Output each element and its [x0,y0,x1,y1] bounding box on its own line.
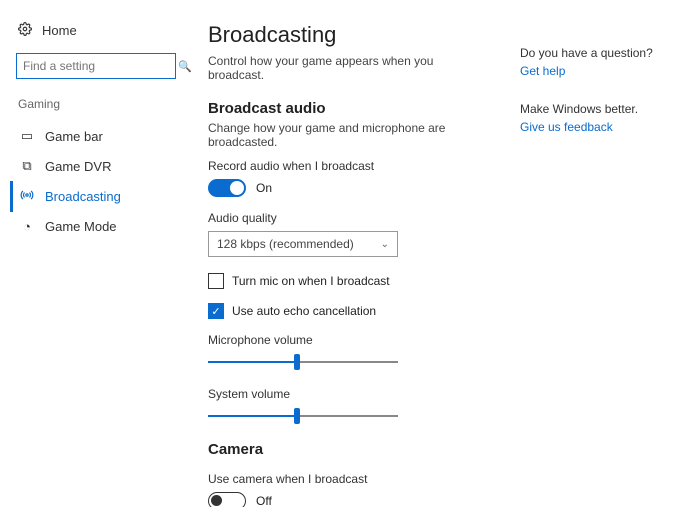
audio-quality-select[interactable]: 128 kbps (recommended) ⌄ [208,231,398,257]
camera-heading: Camera [208,441,490,458]
mic-on-checkbox[interactable] [208,273,224,289]
mic-on-label: Turn mic on when I broadcast [232,274,390,288]
sidebar-item-label: Game DVR [45,159,111,174]
use-camera-state: Off [256,494,272,507]
get-help-link[interactable]: Get help [520,64,670,78]
record-audio-label: Record audio when I broadcast [208,159,490,173]
sidebar-item-game-bar[interactable]: ▭ Game bar [10,121,190,151]
gear-icon [18,22,32,39]
feedback-link[interactable]: Give us feedback [520,120,670,134]
audio-quality-label: Audio quality [208,211,490,225]
sidebar-item-game-mode[interactable]: ◔ Game Mode [10,212,190,241]
use-camera-toggle[interactable] [208,492,246,507]
sidebar-item-label: Game Mode [45,219,117,234]
gamebar-icon: ▭ [19,128,35,144]
record-audio-toggle[interactable] [208,179,246,197]
page-title: Broadcasting [208,22,490,48]
audio-quality-value: 128 kbps (recommended) [217,237,354,251]
dvr-icon: ⧉ [19,158,35,174]
use-camera-label: Use camera when I broadcast [208,472,490,486]
audio-desc: Change how your game and microphone are … [208,121,490,149]
home-label: Home [42,23,77,38]
feedback-heading: Make Windows better. [520,102,670,116]
sidebar-item-broadcasting[interactable]: Broadcasting [10,181,190,212]
sidebar-item-label: Broadcasting [45,189,121,204]
page-subtitle: Control how your game appears when you b… [208,54,490,82]
category-label: Gaming [16,93,190,121]
mic-on-checkbox-row[interactable]: Turn mic on when I broadcast [208,273,490,289]
system-volume-slider[interactable] [208,407,398,425]
record-audio-state: On [256,181,272,195]
mic-volume-label: Microphone volume [208,333,490,347]
echo-cancel-checkbox-row[interactable]: ✓ Use auto echo cancellation [208,303,490,319]
search-input[interactable] [23,59,178,73]
broadcast-icon [19,188,35,205]
chevron-down-icon: ⌄ [381,239,389,250]
audio-heading: Broadcast audio [208,100,490,117]
echo-cancel-checkbox[interactable]: ✓ [208,303,224,319]
home-nav[interactable]: Home [16,18,190,53]
search-input-container[interactable]: 🔍 [16,53,176,79]
help-question: Do you have a question? [520,46,670,60]
echo-cancel-label: Use auto echo cancellation [232,304,376,318]
system-volume-label: System volume [208,387,490,401]
sidebar-item-game-dvr[interactable]: ⧉ Game DVR [10,151,190,181]
mic-volume-slider[interactable] [208,353,398,371]
sidebar-item-label: Game bar [45,129,103,144]
gamemode-icon: ◔ [19,219,35,234]
